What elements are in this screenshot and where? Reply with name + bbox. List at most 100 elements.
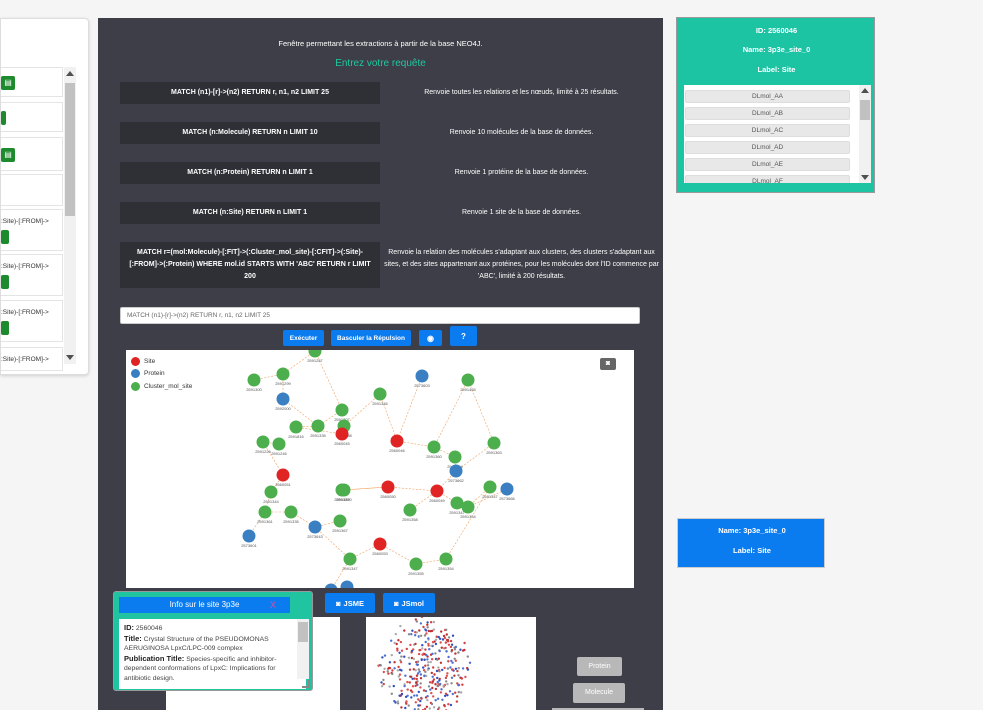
graph-node-circle[interactable] — [308, 520, 322, 534]
graph-node-circle[interactable] — [276, 367, 290, 381]
graph-node-circle[interactable] — [324, 583, 338, 589]
jsmol-button[interactable]: ◙ JSmol — [383, 593, 435, 613]
scroll-thumb[interactable] — [65, 83, 75, 216]
query-example-button[interactable]: MATCH (n:Molecule) RETURN n LIMIT 10 — [120, 122, 380, 144]
scroll-thumb[interactable] — [298, 622, 308, 642]
graph-node[interactable]: 2573646 — [323, 583, 339, 589]
graph-node[interactable]: 2591816 — [288, 420, 305, 440]
query-example-button[interactable]: MATCH (n1)-[r]->(n2) RETURN r, n1, n2 LI… — [120, 82, 380, 104]
execute-button[interactable]: Exécuter — [283, 330, 324, 346]
graph-node[interactable]: 2592000 — [275, 392, 292, 412]
graph-node[interactable] — [340, 580, 354, 589]
molecule-button[interactable]: Molecule — [573, 683, 625, 703]
left-list-item[interactable]: :Site)-[:FROM]-> — [1, 254, 63, 296]
graph-node[interactable]: 2560050 — [380, 480, 397, 500]
graph-node[interactable]: 2573666 — [499, 482, 516, 502]
left-list-item[interactable]: :Site)-[:FROM]-> — [1, 347, 63, 371]
graph-node-circle[interactable] — [390, 434, 404, 448]
left-list-item[interactable]: ▤ — [1, 137, 63, 171]
graph-node-circle[interactable] — [461, 500, 475, 514]
graph-node-circle[interactable] — [335, 483, 349, 497]
graph-node-circle[interactable] — [340, 580, 354, 589]
graph-node-circle[interactable] — [439, 552, 453, 566]
query-example-button[interactable]: MATCH (n:Site) RETURN n LIMIT 1 — [120, 202, 380, 224]
list-item[interactable]: DLmol_AD — [685, 141, 850, 154]
pdf-icon[interactable] — [1, 275, 9, 289]
graph-node-circle[interactable] — [276, 392, 290, 406]
graph-node-circle[interactable] — [272, 437, 286, 451]
graph-node[interactable]: 2591300 — [246, 373, 263, 393]
pdf-icon[interactable] — [1, 321, 9, 335]
scroll-thumb[interactable] — [860, 100, 870, 120]
graph-node[interactable]: 2591347 — [342, 552, 359, 572]
jsmol-viewer[interactable] — [366, 617, 536, 710]
graph-node-circle[interactable] — [335, 427, 349, 441]
popup-header[interactable]: Info sur le site 3p3e X — [119, 597, 290, 613]
graph-node[interactable]: 2591346 — [372, 387, 389, 407]
graph-node-circle[interactable] — [449, 464, 463, 478]
graph-node-circle[interactable] — [343, 552, 357, 566]
left-list-item[interactable]: ▤ — [1, 67, 63, 97]
left-list-item[interactable]: :Site)-[:FROM]-> — [1, 209, 63, 251]
graph-node-circle[interactable] — [333, 514, 347, 528]
graph-node-circle[interactable] — [308, 350, 322, 358]
list-item[interactable]: DLmol_AC — [685, 124, 850, 137]
pdf-icon[interactable] — [1, 111, 6, 125]
graph-node-circle[interactable] — [264, 485, 278, 499]
query-example-button[interactable]: MATCH r=(mol:Molecule)-[:FIT]->(:Cluster… — [120, 242, 380, 288]
list-item[interactable]: DLmol_AE — [685, 158, 850, 171]
graph-node-circle[interactable] — [409, 557, 423, 571]
graph-node[interactable]: 2591358 — [402, 503, 419, 523]
scroll-down-icon[interactable] — [66, 355, 74, 360]
left-scrollbar[interactable] — [64, 67, 76, 364]
graph-node[interactable]: 2560046 — [389, 434, 406, 454]
graph-node-circle[interactable] — [381, 480, 395, 494]
graph-node-circle[interactable] — [403, 503, 417, 517]
graph-node[interactable]: 2591246 — [271, 437, 288, 457]
camera-icon[interactable]: ◙ — [600, 358, 616, 370]
graph-node[interactable]: 2573601 — [241, 529, 258, 549]
pdf-icon[interactable] — [1, 230, 9, 244]
left-list-item[interactable] — [1, 174, 63, 206]
site-info-popup[interactable]: Info sur le site 3p3e X ID: 2560046 Titl… — [113, 591, 313, 691]
resize-handle-icon[interactable] — [302, 680, 310, 688]
graph-node-circle[interactable] — [483, 480, 497, 494]
graph-node-circle[interactable] — [427, 440, 441, 454]
query-example-button[interactable]: MATCH (n:Protein) RETURN n LIMIT 1 — [120, 162, 380, 184]
left-list-item[interactable] — [1, 102, 63, 132]
graph-node[interactable]: 2591299 — [275, 367, 292, 387]
graph-node-circle[interactable] — [289, 420, 303, 434]
pdf-icon[interactable]: ▤ — [1, 76, 15, 90]
molecule-list[interactable]: DLmol_AA DLmol_AB DLmol_AC DLmol_AD DLmo… — [684, 85, 871, 183]
graph-node[interactable]: 2591360 — [426, 440, 443, 460]
list-scrollbar[interactable] — [859, 85, 871, 183]
graph-node[interactable]: 2573603 — [414, 369, 431, 389]
popup-scrollbar[interactable] — [297, 619, 309, 679]
scroll-up-icon[interactable] — [861, 88, 869, 93]
list-item[interactable]: DLmol_AB — [685, 107, 850, 120]
graph-node[interactable]: 2573643 — [307, 520, 324, 540]
graph-node-circle[interactable] — [335, 403, 349, 417]
graph-node-circle[interactable] — [500, 482, 514, 496]
protein-button[interactable]: Protein — [577, 657, 622, 676]
toggle-repulsion-button[interactable]: Basculer la Répulsion — [331, 330, 411, 346]
graph-node-circle[interactable] — [373, 537, 387, 551]
graph-node[interactable]: 2560051 — [275, 468, 292, 488]
graph-node-circle[interactable] — [373, 387, 387, 401]
graph-node-circle[interactable] — [276, 468, 290, 482]
left-list-item[interactable]: :Site)-[:FROM]-> — [1, 300, 63, 342]
graph-node-circle[interactable] — [448, 450, 462, 464]
jsme-button[interactable]: ◙ JSME — [325, 593, 375, 613]
graph-node-circle[interactable] — [430, 484, 444, 498]
scroll-up-icon[interactable] — [66, 71, 74, 76]
graph-node[interactable]: 2591335 — [283, 505, 300, 525]
graph-node-circle[interactable] — [284, 505, 298, 519]
graph-canvas[interactable]: 2591257 2591300 2591299 2592000 2591207 25918… — [126, 350, 634, 588]
pdf-icon[interactable]: ▤ — [1, 148, 15, 162]
query-input[interactable] — [120, 307, 640, 324]
graph-node[interactable]: 2591361 — [257, 505, 274, 525]
graph-node-circle[interactable] — [487, 436, 501, 450]
graph-node[interactable]: 2591347 — [482, 480, 499, 500]
graph-node[interactable]: 2591355 — [408, 557, 425, 577]
graph-node-circle[interactable] — [242, 529, 256, 543]
